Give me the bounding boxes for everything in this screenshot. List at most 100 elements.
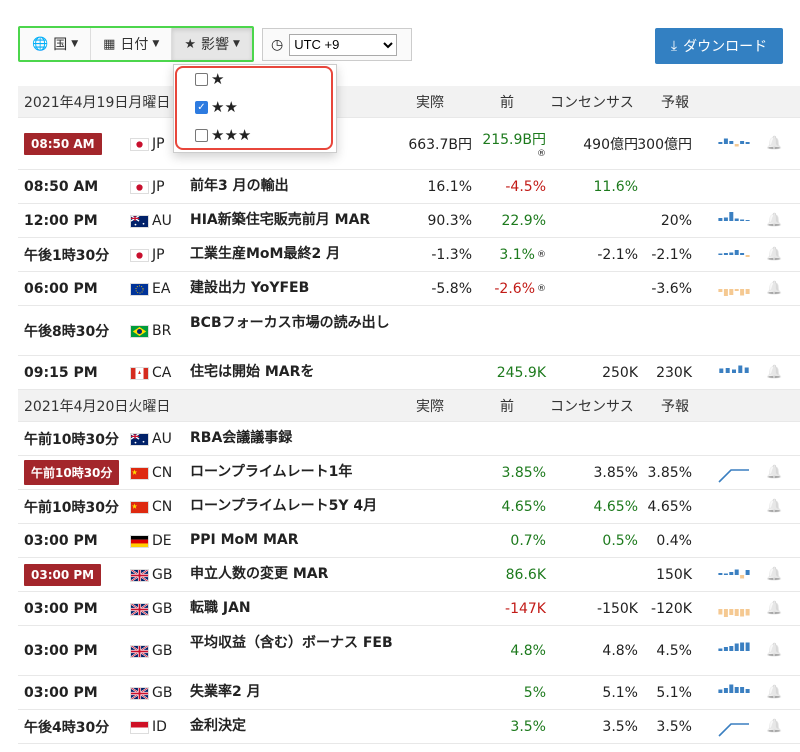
- forecast-value: [640, 170, 692, 203]
- event-time: 午後8時30分: [24, 323, 110, 340]
- bell-alert-icon[interactable]: 🔔: [766, 118, 782, 169]
- bell-alert-icon[interactable]: 🔔: [766, 626, 782, 675]
- event-row[interactable]: 午前10時30分 CN ローンプライムレート1年 3.85% 3.85% 3.85% 🔔: [18, 456, 800, 490]
- event-row[interactable]: 08:50 AM JP 前年3 月の輸出 16.1% -4.5% 11.6%: [18, 170, 800, 204]
- event-name[interactable]: 失業率2 月: [190, 676, 400, 709]
- event-row[interactable]: 12:00 PM AU HIA新築住宅販売前月 MAR 90.3% 22.9% 20% 🔔: [18, 204, 800, 238]
- bell-alert-icon[interactable]: 🔔: [766, 272, 782, 305]
- country-flag-icon: [130, 720, 149, 734]
- event-name[interactable]: PPI MoM MAR: [190, 524, 400, 557]
- sparkline-chart[interactable]: [717, 564, 751, 586]
- actual-value: [386, 306, 472, 355]
- event-name[interactable]: 前年3 月の輸出: [190, 170, 400, 203]
- bell-alert-icon[interactable]: 🔔: [766, 558, 782, 591]
- event-name[interactable]: 工業生産MoM最終2 月: [190, 238, 400, 271]
- sparkline-chart[interactable]: [717, 244, 751, 266]
- event-name[interactable]: ローンプライムレート5Y 4月: [190, 490, 400, 523]
- event-row[interactable]: 03:00 PM GB 平均収益（含む）ボーナス FEB 4.8% 4.8% 4.5% 🔔: [18, 626, 800, 676]
- sparkline-chart[interactable]: [717, 598, 751, 620]
- previous-value: 0.7%: [510, 532, 546, 549]
- event-name[interactable]: 転職 JAN: [190, 592, 400, 625]
- bell-alert-icon[interactable]: 🔔: [766, 676, 782, 709]
- bell-alert-icon[interactable]: 🔔: [766, 592, 782, 625]
- sparkline-bar: [745, 254, 750, 257]
- consensus-value: 3.5%: [602, 718, 638, 735]
- caret-down-icon: ▼: [232, 39, 240, 49]
- sparkline-chart[interactable]: [717, 176, 751, 198]
- sparkline-chart[interactable]: [717, 640, 751, 662]
- event-name[interactable]: BCBフォーカス市場の読み出し: [190, 306, 400, 355]
- sparkline-chart[interactable]: [717, 210, 751, 232]
- impact-dropdown-menu: ★ ✓ ★★ ★★★: [173, 64, 337, 153]
- event-name[interactable]: RBA会議議事録: [190, 422, 400, 455]
- checkbox[interactable]: [195, 128, 208, 142]
- country-flag-icon: [130, 324, 149, 338]
- column-header-consensus: コンセンサス: [550, 94, 634, 111]
- sparkline-chart[interactable]: [717, 496, 751, 518]
- timezone-select[interactable]: UTC +9: [289, 33, 398, 56]
- checkbox[interactable]: [195, 72, 208, 86]
- event-name[interactable]: 建設出力 YoYFEB: [190, 272, 400, 305]
- sparkline-chart[interactable]: [717, 428, 751, 450]
- impact-filter-button[interactable]: ★ 影響 ▼: [172, 28, 252, 60]
- day-header-row: 2021年4月19日月曜日 実際 前 コンセンサス 予報: [18, 86, 800, 118]
- event-row[interactable]: 03:00 PM GB 申立人数の変更 MAR 86.6K 150K 🔔: [18, 558, 800, 592]
- event-row[interactable]: 03:00 PM GB 転職 JAN -147K -150K -120K 🔔: [18, 592, 800, 626]
- event-name[interactable]: 金利決定: [190, 710, 400, 743]
- actual-value: [386, 422, 472, 455]
- event-name[interactable]: 申立人数の変更 MAR: [190, 558, 400, 591]
- impact-option-3star[interactable]: ★★★: [195, 125, 251, 145]
- date-filter-button[interactable]: ▦ 日付 ▼: [91, 28, 173, 60]
- previous-cell: -147K: [480, 592, 546, 625]
- sparkline-chart[interactable]: [717, 682, 751, 704]
- country-code: GB: [152, 684, 173, 701]
- forecast-value: 230K: [656, 364, 692, 381]
- event-time: 06:00 PM: [24, 280, 98, 297]
- event-name[interactable]: ローンプライムレート1年: [190, 456, 400, 489]
- sparkline-bar: [718, 288, 723, 292]
- sparkline-chart[interactable]: [717, 462, 751, 484]
- event-row[interactable]: 午前10時30分 AU RBA会議議事録: [18, 422, 800, 456]
- sparkline-chart[interactable]: [717, 362, 751, 384]
- event-row[interactable]: 03:00 PM GB 失業率2 月 5% 5.1% 5.1% 🔔: [18, 676, 800, 710]
- bell-alert-icon[interactable]: 🔔: [766, 456, 782, 489]
- event-row[interactable]: 午前10時30分 CN ローンプライムレート5Y 4月 4.65% 4.65% 4.65%…: [18, 490, 800, 524]
- previous-value: 3.5%: [510, 718, 546, 735]
- previous-cell: [480, 422, 546, 455]
- download-button[interactable]: ⤓ ダウンロード: [655, 28, 783, 64]
- sparkline-bar: [729, 684, 734, 693]
- impact-option-2star[interactable]: ✓ ★★: [195, 97, 238, 117]
- event-name[interactable]: 住宅は開始 MARを: [190, 356, 400, 389]
- event-name[interactable]: HIA新築住宅販売前月 MAR: [190, 204, 400, 237]
- consensus-value: 250K: [602, 364, 638, 381]
- sparkline-chart[interactable]: [717, 716, 751, 738]
- bell-alert-icon[interactable]: 🔔: [766, 238, 782, 271]
- event-row[interactable]: 08:50 AM JP 663.7B円 215.9B円 ® 490億円 300億円 🔔: [18, 118, 800, 170]
- bell-alert-icon[interactable]: 🔔: [766, 490, 782, 523]
- sparkline-chart[interactable]: [717, 278, 751, 300]
- sparkline-chart[interactable]: [717, 133, 751, 155]
- sparkline-chart[interactable]: [717, 530, 751, 552]
- event-row[interactable]: 03:00 PM DE PPI MoM MAR 0.7% 0.5% 0.4%: [18, 524, 800, 558]
- bell-alert-icon[interactable]: 🔔: [766, 204, 782, 237]
- event-row[interactable]: 06:00 PM EA 建設出力 YoYFEB -5.8% -2.6% ® -3.6% 🔔: [18, 272, 800, 306]
- sparkline-chart[interactable]: [717, 320, 751, 342]
- event-name[interactable]: 平均収益（含む）ボーナス FEB: [190, 626, 400, 675]
- consensus-value: 0.5%: [602, 532, 638, 549]
- event-row[interactable]: 09:15 PM CA 住宅は開始 MARを 245.9K 250K 230K 🔔: [18, 356, 800, 390]
- bell-alert-icon[interactable]: 🔔: [766, 356, 782, 389]
- country-flag-icon: [130, 137, 149, 151]
- forecast-value: [640, 306, 692, 355]
- country-code: GB: [152, 566, 173, 583]
- event-row[interactable]: 午後1時30分 JP 工業生産MoM最終2 月 -1.3% 3.1% ® -2.1% -2.1…: [18, 238, 800, 272]
- country-filter-button[interactable]: 🌐 国 ▼: [20, 28, 92, 60]
- sparkline-bar: [719, 368, 724, 373]
- sparkline-bar: [745, 688, 750, 693]
- impact-option-1star[interactable]: ★: [195, 69, 224, 89]
- event-row[interactable]: 午後8時30分 BR BCBフォーカス市場の読み出し: [18, 306, 800, 356]
- checkbox[interactable]: ✓: [195, 100, 208, 114]
- sparkline-bar: [745, 219, 750, 221]
- bell-alert-icon[interactable]: 🔔: [766, 710, 782, 743]
- timezone-control: ◷ UTC +9: [262, 28, 412, 61]
- event-row[interactable]: 午後4時30分 ID 金利決定 3.5% 3.5% 3.5% 🔔: [18, 710, 800, 744]
